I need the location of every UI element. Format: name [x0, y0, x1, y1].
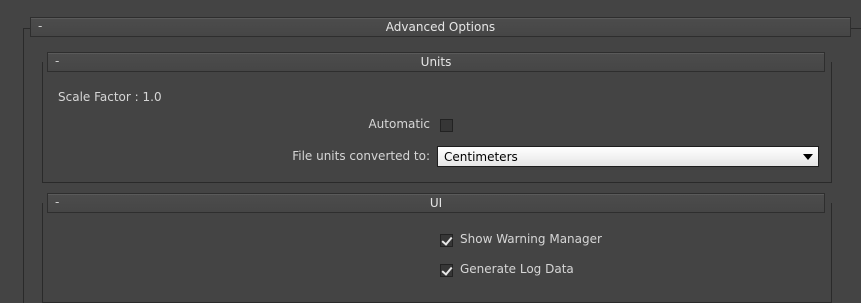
show-warning-manager-label: Show Warning Manager [460, 232, 602, 246]
file-units-dropdown[interactable]: Centimeters [437, 146, 819, 167]
show-warning-manager-checkbox[interactable] [440, 234, 453, 247]
automatic-label: Automatic [368, 117, 430, 131]
generate-log-data-checkbox[interactable] [440, 264, 453, 277]
chevron-down-icon [803, 154, 813, 160]
file-units-value: Centimeters [444, 150, 518, 164]
advanced-options-rollout-header[interactable]: - Advanced Options [30, 17, 851, 37]
generate-log-data-label: Generate Log Data [460, 262, 574, 276]
file-units-label: File units converted to: [292, 149, 430, 163]
ui-frame [42, 203, 832, 303]
advanced-options-title: Advanced Options [385, 20, 496, 34]
scale-factor-label: Scale Factor : 1.0 [58, 90, 162, 104]
automatic-checkbox[interactable] [440, 119, 453, 132]
